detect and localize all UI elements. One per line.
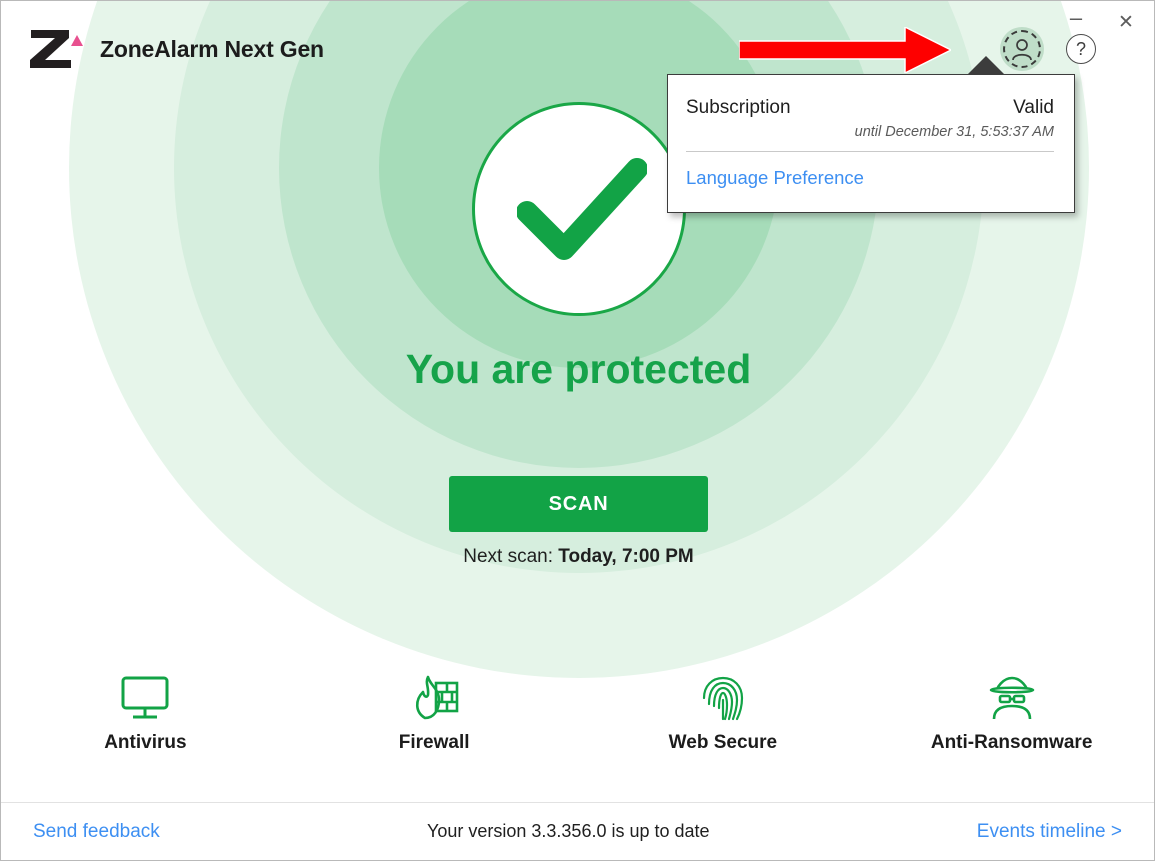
events-timeline-container: Events timeline > bbox=[977, 821, 1122, 843]
next-scan-label: Next scan: bbox=[463, 546, 559, 567]
send-feedback-link[interactable]: Send feedback bbox=[33, 821, 160, 843]
brand: ZoneAlarm Next Gen bbox=[27, 27, 324, 71]
feature-row: Antivirus Firewall Web Secure Anti-Ranso… bbox=[1, 673, 1154, 768]
next-scan-info: Next scan: Today, 7:00 PM bbox=[1, 546, 1154, 568]
popup-body: Subscription Valid until December 31, 5:… bbox=[668, 75, 1074, 189]
account-avatar-icon[interactable] bbox=[1000, 27, 1044, 71]
subscription-status-badge: Valid bbox=[1013, 97, 1054, 118]
feature-firewall[interactable]: Firewall bbox=[290, 673, 579, 768]
popup-divider bbox=[686, 151, 1054, 152]
window-controls: – ✕ bbox=[1058, 6, 1144, 37]
app-title: ZoneAlarm Next Gen bbox=[100, 35, 324, 62]
monitor-icon bbox=[120, 673, 170, 723]
language-preference-link[interactable]: Language Preference bbox=[686, 167, 1054, 189]
zonealarm-logo bbox=[27, 27, 89, 71]
minimize-button[interactable]: – bbox=[1058, 6, 1094, 37]
subscription-row: Subscription Valid bbox=[686, 97, 1054, 119]
help-question-icon[interactable]: ? bbox=[1066, 34, 1096, 64]
fingerprint-icon bbox=[701, 673, 745, 723]
feature-anti-ransomware[interactable]: Anti-Ransomware bbox=[867, 673, 1154, 768]
protection-status-circle bbox=[472, 102, 686, 316]
feature-label: Anti-Ransomware bbox=[930, 732, 1093, 753]
next-scan-value: Today, 7:00 PM bbox=[558, 546, 694, 567]
avatar-dashed-ring bbox=[1003, 30, 1041, 68]
close-button[interactable]: ✕ bbox=[1108, 7, 1144, 37]
version-status-text: Your version 3.3.356.0 is up to date bbox=[427, 821, 710, 841]
spy-hacker-icon bbox=[986, 673, 1038, 723]
scan-button[interactable]: SCAN bbox=[449, 476, 708, 532]
feature-label: Web Secure bbox=[668, 732, 778, 753]
footer-bar: Send feedback Your version 3.3.356.0 is … bbox=[1, 802, 1154, 860]
green-checkmark-icon bbox=[517, 158, 647, 260]
feature-web-secure[interactable]: Web Secure bbox=[579, 673, 868, 768]
subscription-label: Subscription bbox=[686, 97, 791, 118]
feature-label: Antivirus bbox=[104, 732, 187, 753]
popup-callout-arrow bbox=[967, 56, 1005, 75]
subscription-expiry: until December 31, 5:53:37 AM bbox=[854, 124, 1054, 140]
firewall-flame-icon bbox=[409, 673, 459, 723]
subscription-popup: Subscription Valid until December 31, 5:… bbox=[667, 56, 1075, 213]
feature-label: Firewall bbox=[398, 732, 470, 753]
feature-antivirus[interactable]: Antivirus bbox=[1, 673, 290, 768]
events-timeline-link[interactable]: Events timeline > bbox=[977, 821, 1122, 842]
protection-status-text: You are protected bbox=[405, 346, 752, 392]
zonealarm-main-window: ZoneAlarm Next Gen ? – ✕ Subscription Va… bbox=[0, 0, 1155, 861]
